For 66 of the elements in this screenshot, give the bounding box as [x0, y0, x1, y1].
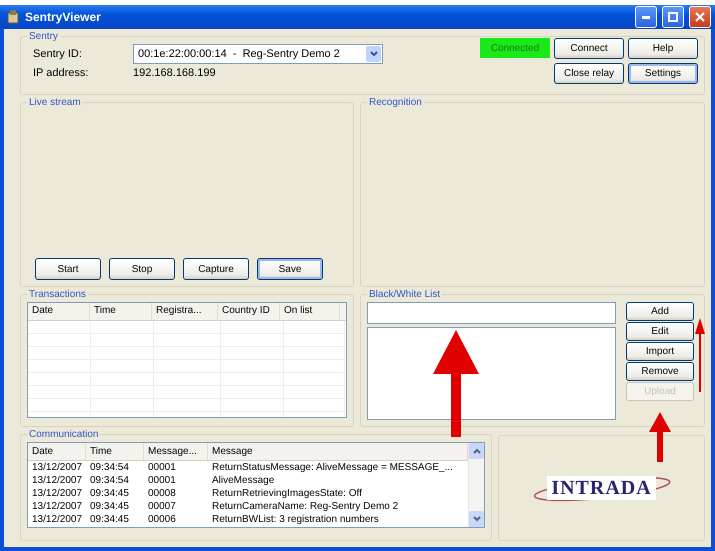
table-cell-text: 00008	[147, 488, 177, 499]
table-cell-text: 09:34:54	[89, 462, 130, 473]
close-button[interactable]	[689, 6, 711, 28]
table-cell-text: ReturnRetrievingImagesState: Off	[211, 488, 363, 499]
button[interactable]: Help	[628, 38, 698, 59]
table-cell-text: 13/12/2007	[31, 462, 84, 473]
column-header[interactable]: Time	[90, 303, 152, 320]
table-cell-text: 00001	[147, 462, 177, 473]
button[interactable]: Connect	[554, 38, 624, 59]
table-cell-text: 09:34:54	[89, 475, 130, 486]
minimize-button[interactable]	[635, 6, 657, 28]
column-header[interactable]: Message...	[144, 443, 208, 460]
field-label: Sentry ID:	[33, 48, 83, 60]
table-cell-text: ReturnStatusMessage: AliveMessage = MESSAGE_...	[211, 462, 454, 473]
connection-status: Connected	[480, 38, 550, 58]
list-box[interactable]	[367, 327, 616, 420]
scroll-down-icon[interactable]	[472, 516, 480, 522]
table-cell-text: 00006	[147, 514, 177, 525]
table-cell-text: 13/12/2007	[31, 501, 84, 512]
button[interactable]: Save	[257, 258, 323, 280]
entry-field[interactable]	[367, 302, 616, 324]
table-cell-text: AliveMessage	[211, 475, 276, 486]
window-title: SentryViewer	[25, 10, 102, 24]
group-title: Live stream	[28, 97, 82, 108]
minimize-icon	[642, 16, 650, 18]
column-header[interactable]: Date	[28, 443, 86, 460]
group-title: Black/White List	[368, 289, 442, 300]
arrow-annotation	[649, 412, 671, 462]
group-title: Transactions	[28, 289, 87, 300]
close-icon	[695, 12, 705, 22]
column-header[interactable]: Country ID	[218, 303, 280, 320]
column-header[interactable]: Registra...	[152, 303, 218, 320]
field-label: IP address:	[33, 67, 90, 79]
column-header[interactable]: Date	[28, 303, 90, 320]
table-cell-text: ReturnBWList: 3 registration numbers	[211, 514, 380, 525]
table-cell-text: 13/12/2007	[31, 475, 84, 486]
button[interactable]: Edit	[626, 322, 694, 341]
table-cell-text: 00001	[147, 475, 177, 486]
sentry-dropdown[interactable]: 00:1e:22:00:00:14 - Reg-Sentry Demo 2	[133, 44, 383, 64]
table-cell-text: ReturnCameraName: Reg-Sentry Demo 2	[211, 501, 400, 512]
table-cell-text: 09:34:45	[89, 488, 130, 499]
table-cell-text: 09:34:45	[89, 514, 130, 525]
button[interactable]: Stop	[109, 258, 175, 280]
button[interactable]: Settings	[628, 63, 698, 84]
button[interactable]: Remove	[626, 362, 694, 381]
table-cell-text: 13/12/2007	[31, 514, 84, 525]
maximize-button[interactable]	[662, 6, 684, 28]
table-cell-text: 09:34:45	[89, 501, 130, 512]
button[interactable]: Capture	[183, 258, 249, 280]
ip-address-value: 192.168.168.199	[133, 67, 217, 79]
column-header[interactable]: Time	[86, 443, 144, 460]
group-title: Sentry	[28, 31, 59, 42]
maximize-icon	[668, 12, 678, 22]
column-header[interactable]: On list	[280, 303, 340, 320]
button[interactable]: Import	[626, 342, 694, 361]
chevron-down-icon	[370, 51, 378, 57]
button[interactable]: Add	[626, 302, 694, 321]
button[interactable]: Close relay	[554, 63, 624, 84]
group-title: Communication	[28, 429, 100, 440]
table-cell-text: 13/12/2007	[31, 488, 84, 499]
app-icon	[6, 10, 20, 24]
table-cell-text: 00007	[147, 501, 177, 512]
scrollbar[interactable]	[468, 443, 484, 527]
scroll-up-icon[interactable]	[472, 448, 480, 454]
button[interactable]: Start	[35, 258, 101, 280]
group-title: Recognition	[368, 97, 423, 108]
